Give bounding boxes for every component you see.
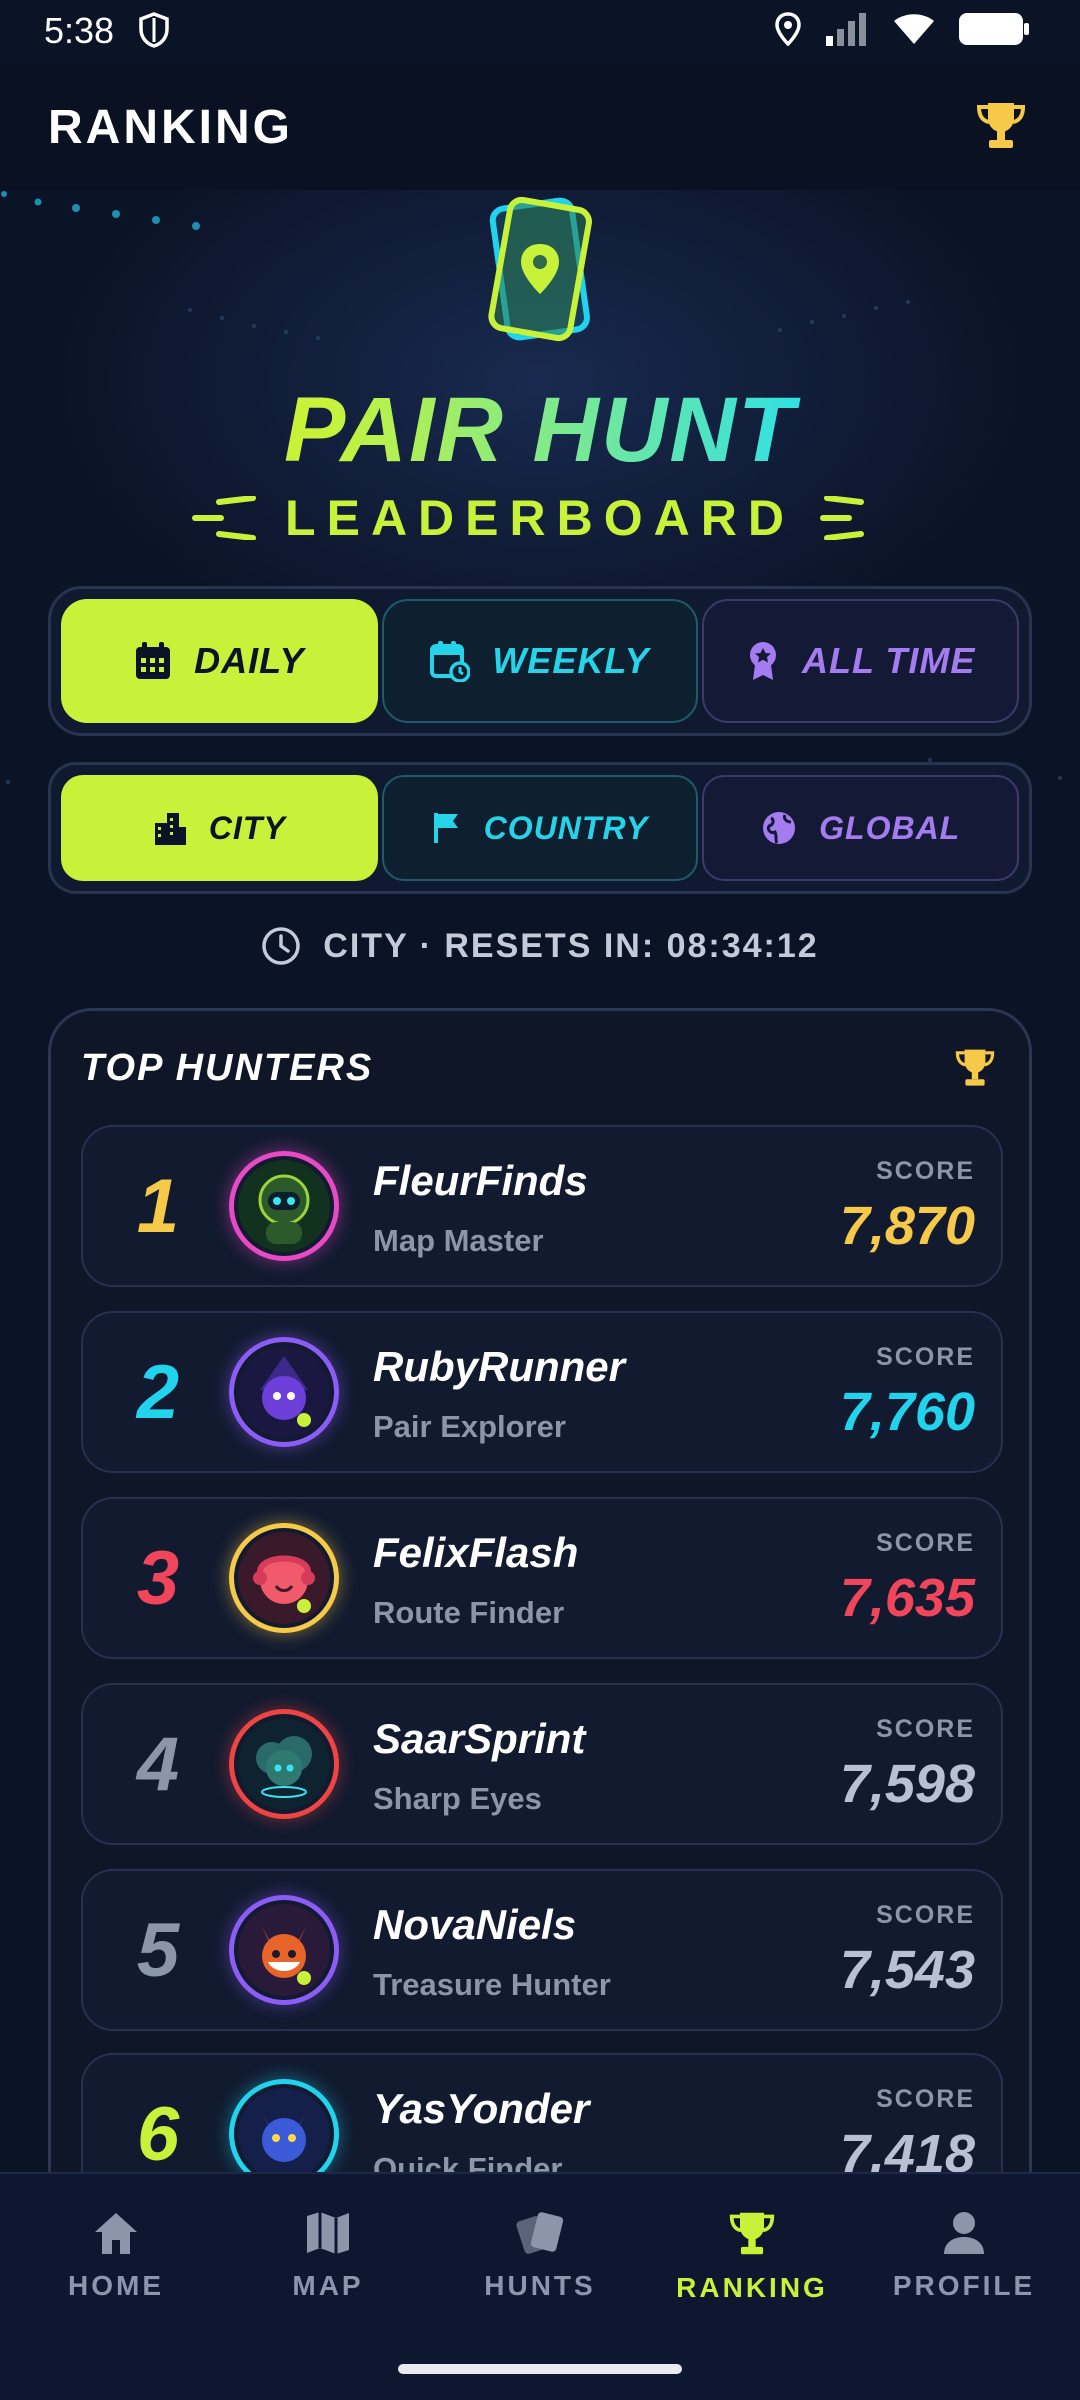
- player-score: 7,870: [839, 1196, 975, 1256]
- tab-weekly[interactable]: WEEKLY: [381, 599, 699, 723]
- status-icons: [774, 12, 1030, 51]
- map-icon: [307, 2212, 349, 2254]
- location-icon: [774, 12, 802, 51]
- player-title: Route Finder: [373, 1595, 565, 1630]
- avatar: [229, 1895, 339, 2005]
- wifi-icon: [892, 12, 936, 51]
- leaderboard-row[interactable]: 5 NovaNiels Treasure Hunter SCORE 7,543: [81, 1869, 1003, 2031]
- nav-label: PROFILE: [892, 2270, 1036, 2301]
- trophy-icon: [729, 2212, 775, 2255]
- leaderboard-row[interactable]: 2 RubyRunner Pair Explorer SCORE 7,760: [81, 1311, 1003, 1473]
- flag-icon: [433, 813, 458, 843]
- award-icon: [750, 642, 777, 680]
- player-title: Sharp Eyes: [373, 1781, 542, 1816]
- tab-global[interactable]: GLOBAL: [702, 775, 1020, 881]
- player-name: RubyRunner: [373, 1343, 625, 1390]
- nav-profile[interactable]: PROFILE: [864, 2210, 1064, 2302]
- period-selector: DAILY WEEKLY ALL TIME: [48, 586, 1032, 736]
- hero-subtitle: LEADERBOARD: [285, 490, 795, 546]
- speed-lines-left-icon: [192, 496, 257, 540]
- nav-ranking[interactable]: RANKING: [652, 2210, 852, 2304]
- reset-text: CITY · RESETS IN: 08:34:12: [323, 926, 819, 965]
- shield-icon: [138, 12, 170, 53]
- clock-icon: [262, 927, 301, 965]
- tab-all-time[interactable]: ALL TIME: [702, 599, 1020, 723]
- score-label: SCORE: [876, 1715, 975, 1743]
- score-label: SCORE: [876, 1157, 975, 1185]
- avatar: [229, 1523, 339, 1633]
- battery-icon: [958, 12, 1030, 51]
- tab-label: WEEKLY: [492, 640, 650, 681]
- player-name: FleurFinds: [373, 1157, 588, 1204]
- hero-title: PAIR HUNT: [0, 378, 1080, 483]
- globe-icon: [763, 812, 796, 844]
- nav-hunts[interactable]: HUNTS: [440, 2210, 640, 2302]
- player-score: 7,635: [839, 1568, 975, 1628]
- leaderboard-row[interactable]: 1 FleurFinds Map Master SCORE 7,870: [81, 1125, 1003, 1287]
- app-header: RANKING: [0, 62, 1080, 190]
- score-label: SCORE: [876, 1343, 975, 1371]
- calendar-icon: [136, 642, 171, 679]
- tab-label: DAILY: [194, 640, 305, 681]
- rank-number: 2: [136, 1349, 180, 1435]
- tab-city[interactable]: CITY: [61, 775, 378, 881]
- cards-icon: [516, 2212, 564, 2254]
- score-label: SCORE: [876, 1901, 975, 1929]
- tab-label: GLOBAL: [819, 809, 961, 846]
- player-score: 7,543: [839, 1940, 975, 2000]
- player-name: SaarSprint: [373, 1715, 586, 1762]
- player-title: Map Master: [373, 1223, 544, 1258]
- speed-lines-right-icon: [819, 496, 864, 540]
- city-icon: [154, 813, 186, 845]
- status-time: 5:38: [44, 10, 115, 51]
- page-title: RANKING: [48, 101, 293, 154]
- reset-countdown: CITY · RESETS IN: 08:34:12: [0, 918, 1080, 974]
- player-title: Pair Explorer: [373, 1409, 566, 1444]
- nav-label: RANKING: [676, 2272, 828, 2303]
- home-indicator[interactable]: [398, 2364, 682, 2374]
- player-name: YasYonder: [373, 2085, 590, 2132]
- player-score: 7,760: [839, 1382, 975, 1442]
- nav-label: HUNTS: [484, 2270, 596, 2301]
- tab-country[interactable]: COUNTRY: [381, 775, 699, 881]
- player-score: 7,598: [839, 1754, 975, 1814]
- nav-home[interactable]: HOME: [16, 2210, 216, 2302]
- ranking-screen: 5:38 RANKING PAIR HUNT LEADERBOARD DAILY…: [0, 0, 1080, 2400]
- scope-selector: CITY COUNTRY GLOBAL: [48, 762, 1032, 894]
- leaderboard-title: TOP HUNTERS: [81, 1047, 374, 1089]
- score-label: SCORE: [876, 1529, 975, 1557]
- nav-label: MAP: [292, 2270, 364, 2301]
- leaderboard-row[interactable]: 3 FelixFlash Route Finder SCORE 7,635: [81, 1497, 1003, 1659]
- rank-number: 3: [136, 1535, 180, 1621]
- avatar: [229, 1709, 339, 1819]
- score-label: SCORE: [876, 2085, 975, 2113]
- avatar: [229, 1151, 339, 1261]
- tab-daily[interactable]: DAILY: [61, 599, 378, 723]
- trophy-icon: [955, 1047, 995, 1094]
- tab-label: CITY: [208, 809, 286, 846]
- hero-subtitle-row: LEADERBOARD: [0, 488, 1080, 548]
- player-name: FelixFlash: [373, 1529, 579, 1576]
- map-card-icon: [470, 190, 610, 360]
- home-icon: [95, 2213, 137, 2254]
- nav-map[interactable]: MAP: [228, 2210, 428, 2302]
- signal-icon: [824, 12, 870, 51]
- trophy-icon[interactable]: [976, 100, 1026, 157]
- status-bar: 5:38: [0, 0, 1080, 62]
- rank-number: 5: [136, 1907, 180, 1993]
- leaderboard-row[interactable]: 4 SaarSprint Sharp Eyes SCORE 7,598: [81, 1683, 1003, 1845]
- player-title: Treasure Hunter: [373, 1967, 611, 2002]
- tab-label: ALL TIME: [802, 640, 976, 681]
- calendar-refresh-icon: [430, 641, 471, 682]
- nav-label: HOME: [68, 2270, 164, 2301]
- person-icon: [944, 2212, 984, 2254]
- rank-number: 4: [136, 1721, 180, 1807]
- tab-label: COUNTRY: [483, 809, 649, 846]
- player-name: NovaNiels: [373, 1901, 577, 1948]
- rank-number: 1: [136, 1163, 180, 1249]
- avatar: [229, 1337, 339, 1447]
